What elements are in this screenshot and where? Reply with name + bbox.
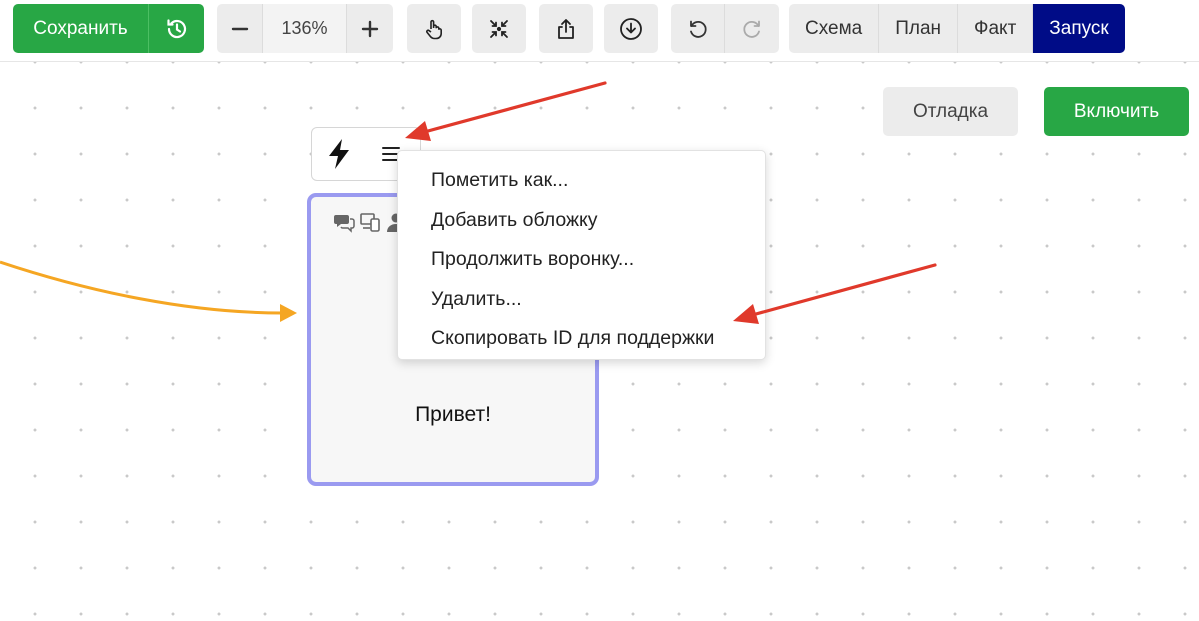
share-button[interactable] [539, 4, 593, 53]
plus-icon [361, 20, 379, 37]
history-icon [166, 18, 186, 38]
zoom-in-button[interactable] [347, 4, 393, 53]
devices-icon [359, 211, 381, 238]
undo-button[interactable] [671, 4, 725, 53]
share-group [539, 4, 593, 53]
menu-item-add-cover[interactable]: Добавить обложку [398, 201, 765, 241]
hand-tool-group [407, 4, 461, 53]
redo-icon [743, 20, 760, 38]
menu-item-copy-support-id[interactable]: Скопировать ID для поддержки [398, 319, 765, 359]
node-context-menu: Пометить как... Добавить обложку Продолж… [397, 150, 766, 360]
collapse-icon [490, 19, 508, 38]
enable-button[interactable]: Включить [1044, 87, 1189, 136]
hand-icon [426, 19, 442, 39]
download-button[interactable] [604, 4, 658, 53]
download-icon [620, 17, 642, 40]
share-icon [558, 18, 574, 39]
minus-icon [231, 27, 248, 30]
tab-plan[interactable]: План [879, 4, 959, 53]
tab-launch[interactable]: Запуск [1033, 4, 1125, 53]
history-nav-group [671, 4, 779, 53]
app-page: Сохранить 136% Схема План Факт Запуск От… [0, 0, 1199, 621]
chat-icon [333, 211, 355, 238]
node-message-text: Привет! [415, 403, 491, 426]
menu-item-mark-as[interactable]: Пометить как... [398, 161, 765, 201]
zoom-group: 136% [217, 4, 393, 53]
save-button[interactable]: Сохранить [13, 4, 149, 53]
zoom-out-button[interactable] [217, 4, 263, 53]
save-group: Сохранить [13, 4, 204, 53]
zoom-value[interactable]: 136% [263, 4, 347, 53]
tab-fact[interactable]: Факт [958, 4, 1034, 53]
hand-tool-button[interactable] [407, 4, 461, 53]
trigger-button[interactable] [312, 127, 366, 181]
debug-button[interactable]: Отладка [883, 87, 1018, 136]
menu-item-continue-funnel[interactable]: Продолжить воронку... [398, 240, 765, 280]
collapse-button[interactable] [472, 4, 526, 53]
redo-button[interactable] [725, 4, 779, 53]
lightning-icon [329, 139, 349, 169]
node-channel-icons [333, 211, 407, 238]
top-toolbar: Сохранить 136% Схема План Факт Запуск [0, 0, 1199, 62]
collapse-group [472, 4, 526, 53]
menu-item-delete[interactable]: Удалить... [398, 280, 765, 320]
download-group [604, 4, 658, 53]
tab-schema[interactable]: Схема [789, 4, 880, 53]
undo-icon [689, 20, 707, 38]
mode-tabs: Схема План Факт Запуск [789, 4, 1125, 53]
history-button[interactable] [149, 4, 204, 53]
